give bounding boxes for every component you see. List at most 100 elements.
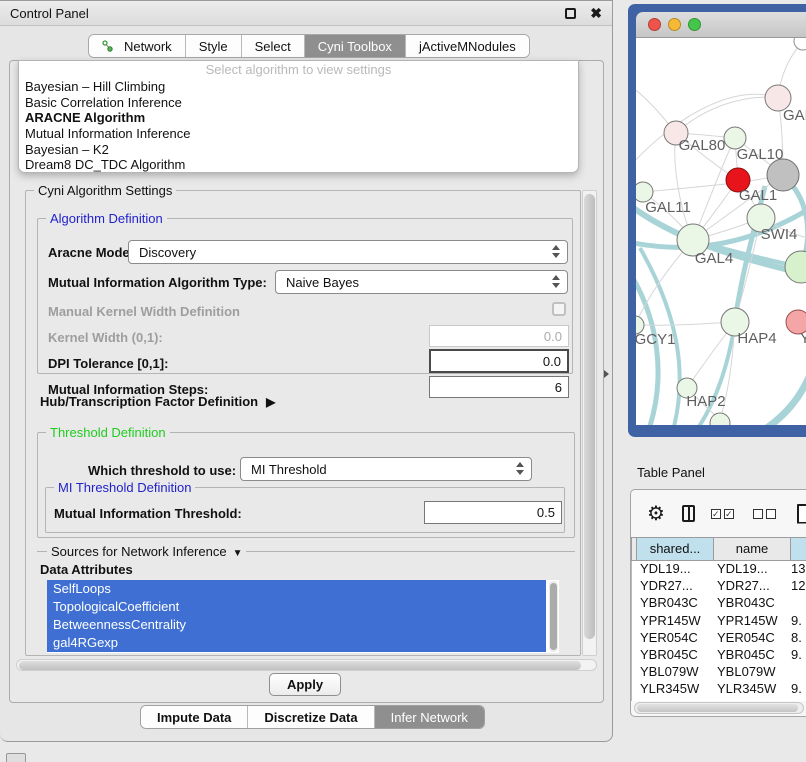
- close-traffic-light[interactable]: [648, 18, 661, 31]
- column-header-extra[interactable]: [791, 537, 806, 561]
- apply-button[interactable]: Apply: [269, 673, 341, 696]
- table-row[interactable]: YLR345WYLR345W9.: [632, 681, 806, 698]
- zoom-traffic-light[interactable]: [688, 18, 701, 31]
- mi-threshold-group-title: MI Threshold Definition: [54, 480, 195, 495]
- graph-node-swi4[interactable]: [785, 251, 806, 283]
- table-row[interactable]: YBR045CYBR045C9.: [632, 647, 806, 664]
- table-cell[interactable]: YER054C: [709, 630, 786, 647]
- hub-definition-toggle[interactable]: Hub/Transcription Factor Definition▶: [40, 394, 275, 409]
- attribute-item[interactable]: TopologicalCoefficient: [47, 598, 546, 616]
- table-cell[interactable]: YBL079W: [709, 664, 786, 681]
- table-cell[interactable]: YBL079W: [632, 664, 709, 681]
- network-canvas[interactable]: GALGAL80GAL10GAL1GAL11GAL4SWI4GCY1HAP4YH…: [636, 38, 806, 425]
- dropdown-item[interactable]: Bayesian – K2: [19, 142, 578, 158]
- table-row[interactable]: YPR145WYPR145W9.: [632, 613, 806, 630]
- table-row[interactable]: YBR043CYBR043C: [632, 595, 806, 612]
- table-cell[interactable]: YIL052C: [632, 699, 709, 702]
- table-cell[interactable]: YIL052C: [709, 699, 786, 702]
- table-row[interactable]: YBL079WYBL079W: [632, 664, 806, 681]
- settings-vertical-scrollbar[interactable]: [582, 190, 597, 656]
- collapse-down-icon: ▼: [233, 548, 243, 559]
- table-row[interactable]: YER054CYER054C8.: [632, 630, 806, 647]
- graph-node-partial-top[interactable]: [794, 38, 806, 50]
- graph-node-partial-bottom[interactable]: [710, 413, 730, 425]
- table-cell[interactable]: YER054C: [632, 630, 709, 647]
- settings-horizontal-scrollbar[interactable]: [16, 659, 597, 671]
- network-window-titlebar[interactable]: [636, 12, 806, 38]
- table-cell[interactable]: YBR043C: [709, 595, 786, 612]
- tab-network[interactable]: Network: [89, 35, 185, 57]
- graph-node-label: SWI4: [761, 226, 798, 243]
- table-cell[interactable]: [786, 664, 806, 681]
- table-cell[interactable]: YBR043C: [632, 595, 709, 612]
- list-scrollbar[interactable]: [549, 581, 558, 652]
- table-cell[interactable]: YLR345W: [632, 681, 709, 698]
- graph-node-label: Y: [800, 330, 806, 347]
- table-cell[interactable]: 9.: [786, 647, 806, 664]
- tab-label: Network: [124, 39, 172, 54]
- expand-right-icon: ▶: [266, 395, 275, 409]
- table-cell[interactable]: YDL19...: [632, 561, 709, 578]
- export-file-icon[interactable]: [797, 504, 806, 524]
- dropdown-item[interactable]: ARACNE Algorithm: [19, 110, 578, 126]
- tab-select[interactable]: Select: [241, 35, 304, 57]
- attribute-item[interactable]: gal4RGexp: [47, 634, 546, 652]
- unchecked-columns-icon[interactable]: [753, 509, 779, 519]
- table-cell[interactable]: 8.: [786, 630, 806, 647]
- sources-title[interactable]: Sources for Network Inference▼: [47, 544, 246, 559]
- data-attributes-list[interactable]: SelfLoopsTopologicalCoefficientBetweenne…: [47, 580, 559, 653]
- bottom-tab-bar: Impute DataDiscretize DataInfer Network: [140, 705, 485, 729]
- gear-icon[interactable]: ⚙: [647, 501, 665, 526]
- dpi-tolerance-label: DPI Tolerance [0,1]:: [48, 356, 168, 371]
- mi-algorithm-type-select[interactable]: Naive Bayes: [275, 270, 568, 294]
- tab-infer-network[interactable]: Infer Network: [374, 706, 484, 728]
- column-header-name[interactable]: name: [714, 537, 791, 561]
- table-cell[interactable]: YBR045C: [632, 647, 709, 664]
- attribute-item[interactable]: SelfLoops: [47, 580, 546, 598]
- mi-threshold-input[interactable]: 0.5: [424, 501, 562, 524]
- table-row[interactable]: YIL052CYIL052C9.: [632, 699, 806, 702]
- table-cell[interactable]: 13: [786, 561, 806, 578]
- table-cell[interactable]: [786, 595, 806, 612]
- tab-cyni-toolbox[interactable]: Cyni Toolbox: [304, 35, 405, 57]
- attribute-item[interactable]: BetweennessCentrality: [47, 616, 546, 634]
- tab-discretize-data[interactable]: Discretize Data: [247, 706, 373, 728]
- table-row[interactable]: YDR27...YDR27...12: [632, 578, 806, 595]
- dropdown-item[interactable]: Mutual Information Inference: [19, 126, 578, 142]
- manual-kernel-checkbox[interactable]: [552, 302, 566, 316]
- graph-edge: [735, 218, 761, 322]
- columns-icon[interactable]: [682, 505, 695, 522]
- kernel-width-input[interactable]: 0.0: [429, 325, 569, 347]
- table-cell[interactable]: 12: [786, 578, 806, 595]
- dpi-tolerance-input[interactable]: 0.0: [429, 349, 569, 373]
- table-cell[interactable]: 9.: [786, 613, 806, 630]
- aracne-mode-select[interactable]: Discovery: [128, 240, 568, 264]
- table-cell[interactable]: YBR045C: [709, 647, 786, 664]
- dropdown-item[interactable]: Bayesian – Hill Climbing: [19, 79, 578, 95]
- table-row[interactable]: YDL19...YDL19...13: [632, 561, 806, 578]
- table-horizontal-scrollbar[interactable]: [634, 702, 804, 714]
- table-cell[interactable]: YPR145W: [632, 613, 709, 630]
- table-cell[interactable]: YDR27...: [709, 578, 786, 595]
- close-icon[interactable]: ✖: [590, 6, 602, 20]
- checked-columns-icon[interactable]: ✓✓: [711, 509, 737, 519]
- float-window-icon[interactable]: [565, 8, 576, 19]
- dropdown-item[interactable]: Basic Correlation Inference: [19, 95, 578, 111]
- table-cell[interactable]: YLR345W: [709, 681, 786, 698]
- which-threshold-select[interactable]: MI Threshold: [240, 457, 532, 481]
- tab-impute-data[interactable]: Impute Data: [141, 706, 247, 728]
- table-cell[interactable]: 9.: [786, 681, 806, 698]
- panel-corner-icon[interactable]: [6, 753, 26, 762]
- table-cell[interactable]: YPR145W: [709, 613, 786, 630]
- column-header-shared-[interactable]: shared...: [637, 537, 714, 561]
- minimize-traffic-light[interactable]: [668, 18, 681, 31]
- table-toolbar: ⚙ ✓✓: [631, 490, 806, 537]
- dropdown-item[interactable]: Dream8 DC_TDC Algorithm: [19, 157, 578, 173]
- table-cell[interactable]: 9.: [786, 699, 806, 702]
- table-cell[interactable]: YDR27...: [632, 578, 709, 595]
- table-cell[interactable]: YDL19...: [709, 561, 786, 578]
- tab-jactivemnodules[interactable]: jActiveMNodules: [405, 35, 529, 57]
- tab-style[interactable]: Style: [185, 35, 241, 57]
- tab-label: jActiveMNodules: [419, 39, 516, 54]
- mi-steps-input[interactable]: 6: [429, 376, 569, 398]
